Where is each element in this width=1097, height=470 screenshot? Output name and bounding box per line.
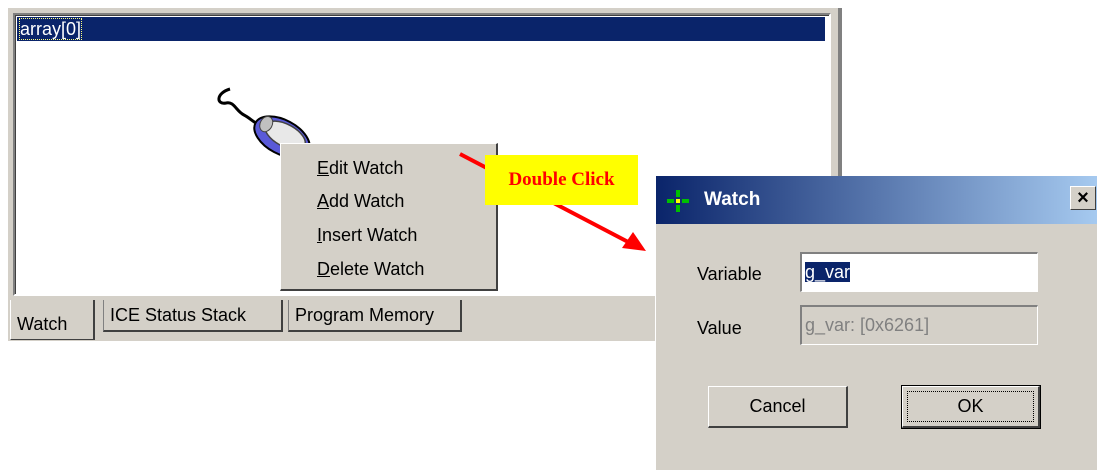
menu-item-insert-watch-label: nsert Watch [322, 225, 418, 245]
menu-item-delete-watch-mnemonic: D [317, 259, 330, 279]
cancel-button-label: Cancel [749, 396, 806, 416]
dialog-title: Watch [704, 189, 761, 210]
menu-item-add-watch[interactable]: Add Watch [317, 185, 404, 217]
tab-watch[interactable]: Watch [10, 300, 95, 340]
tab-program-memory-label: Program Memory [295, 305, 435, 325]
menu-item-edit-watch-mnemonic: E [317, 158, 330, 178]
ok-button-focus-ring [907, 391, 1034, 422]
double-click-callout: Double Click [485, 155, 638, 205]
watch-list-row-label: array[0] [19, 18, 83, 40]
tab-watch-label: Watch [17, 314, 68, 334]
menu-item-delete-watch[interactable]: Delete Watch [317, 253, 424, 285]
dialog-title-bar[interactable]: Watch × [656, 176, 1097, 224]
watch-list-row-selected[interactable]: array[0] [17, 17, 825, 41]
cancel-button[interactable]: Cancel [708, 386, 848, 428]
tab-ice-status-stack[interactable]: ICE Status Stack [103, 300, 283, 332]
close-icon[interactable]: × [1070, 186, 1096, 210]
tab-ice-status-stack-label: ICE Status Stack [110, 305, 247, 325]
variable-input-value: g_var [805, 262, 851, 282]
menu-item-insert-watch[interactable]: Insert Watch [317, 219, 417, 251]
menu-item-edit-watch[interactable]: Edit Watch [317, 152, 403, 184]
menu-item-add-watch-mnemonic: A [317, 191, 330, 211]
tab-program-memory[interactable]: Program Memory [288, 300, 462, 332]
value-label: Value [697, 318, 742, 338]
value-field: g_var: [0x6261] [800, 305, 1038, 345]
menu-item-add-watch-label: dd Watch [329, 191, 405, 211]
variable-input[interactable]: g_var [800, 252, 1038, 292]
menu-item-edit-watch-label: dit Watch [329, 158, 404, 178]
ok-button[interactable]: OK [901, 385, 1041, 429]
variable-label: Variable [697, 264, 762, 284]
menu-item-delete-watch-label: elete Watch [330, 259, 425, 279]
